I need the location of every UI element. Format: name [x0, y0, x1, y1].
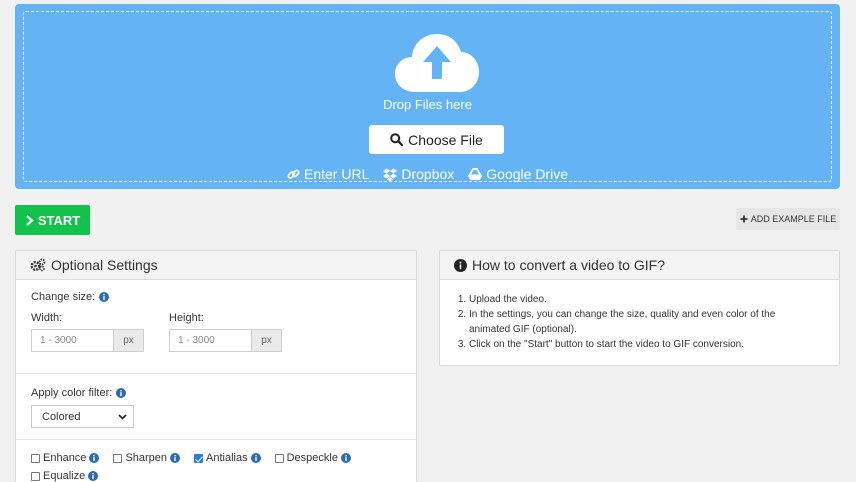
- width-label: Width:: [31, 312, 63, 324]
- change-size-text: Change size:: [31, 291, 96, 303]
- effects-checkboxes: Enhance Sharpen Antialias Despeckle Equa…: [31, 452, 411, 482]
- drop-files-text: Drop Files here: [383, 97, 472, 112]
- equalize-label: Equalize: [43, 470, 86, 482]
- info-icon[interactable]: [250, 453, 261, 463]
- color-filter-value: Colored: [42, 410, 81, 423]
- search-icon: [390, 133, 404, 146]
- height-field-group: Height: px: [169, 312, 282, 352]
- checkbox-box[interactable]: [113, 453, 123, 463]
- link-icon: [287, 169, 300, 179]
- how-to-panel: How to convert a video to GIF? Upload th…: [439, 250, 840, 366]
- antialias-checkbox[interactable]: Antialias: [194, 452, 261, 464]
- despeckle-checkbox[interactable]: Despeckle: [274, 452, 351, 464]
- height-input[interactable]: [169, 329, 251, 352]
- upload-dropzone[interactable]: Drop Files here Choose File Enter URL Dr…: [15, 4, 840, 189]
- despeckle-label: Despeckle: [286, 452, 338, 464]
- choose-file-label: Choose File: [408, 131, 483, 148]
- divider: [16, 439, 416, 440]
- change-size-label: Change size:: [31, 291, 110, 303]
- checkbox-box[interactable]: [274, 453, 284, 463]
- chevron-down-icon: [118, 413, 127, 420]
- width-input[interactable]: [31, 329, 113, 352]
- enhance-checkbox[interactable]: Enhance: [31, 452, 100, 464]
- how-to-step: In the settings, you can change the size…: [469, 307, 817, 337]
- google-drive-icon: [468, 168, 483, 180]
- dropbox-link[interactable]: Dropbox: [383, 166, 454, 182]
- info-icon[interactable]: [170, 453, 181, 463]
- google-drive-link[interactable]: Google Drive: [468, 166, 568, 182]
- divider: [16, 373, 416, 374]
- checkbox-box-checked[interactable]: [194, 453, 204, 463]
- equalize-checkbox[interactable]: Equalize: [31, 470, 99, 482]
- add-example-file-button[interactable]: ADD EXAMPLE FILE: [736, 208, 840, 230]
- cloud-upload-icon: [395, 34, 479, 92]
- how-to-steps: Upload the video. In the settings, you c…: [457, 292, 817, 352]
- gears-icon: [30, 258, 46, 272]
- upload-sources: Enter URL Dropbox Google Drive: [24, 166, 831, 182]
- start-label: START: [37, 212, 81, 228]
- settings-title: Optional Settings: [51, 257, 158, 273]
- color-filter-label: Apply color filter:: [31, 387, 134, 399]
- checkbox-box[interactable]: [31, 471, 40, 481]
- optional-settings-panel: Optional Settings Change size: Width: px…: [15, 250, 417, 482]
- how-to-header: How to convert a video to GIF?: [440, 251, 839, 280]
- info-icon[interactable]: [340, 453, 351, 463]
- info-circle-icon: [454, 258, 467, 272]
- enter-url-link[interactable]: Enter URL: [287, 166, 369, 182]
- dropbox-label: Dropbox: [401, 166, 455, 182]
- change-size-section: Change size:: [31, 291, 110, 303]
- how-to-step: Upload the video.: [469, 292, 817, 307]
- plus-icon: [740, 215, 748, 223]
- color-filter-section: Apply color filter: Colored: [31, 387, 134, 428]
- info-icon[interactable]: [88, 471, 99, 481]
- color-filter-select[interactable]: Colored: [31, 405, 134, 428]
- height-label: Height:: [169, 312, 204, 324]
- start-button[interactable]: START: [15, 205, 90, 235]
- sharpen-label: Sharpen: [125, 452, 168, 464]
- height-unit: px: [251, 329, 282, 352]
- add-example-file-label: ADD EXAMPLE FILE: [750, 214, 837, 224]
- antialias-label: Antialias: [206, 452, 248, 464]
- how-to-step: Click on the "Start" button to start the…: [469, 337, 817, 352]
- enhance-label: Enhance: [43, 452, 87, 464]
- chevron-right-icon: [26, 214, 34, 226]
- color-filter-text: Apply color filter:: [31, 387, 113, 399]
- info-icon[interactable]: [116, 388, 127, 398]
- sharpen-checkbox[interactable]: Sharpen: [113, 452, 181, 464]
- info-icon[interactable]: [89, 453, 100, 463]
- width-field-group: Width: px: [31, 312, 144, 352]
- dropzone-dashed-border: Drop Files here Choose File Enter URL Dr…: [23, 11, 832, 182]
- how-to-title: How to convert a video to GIF?: [472, 257, 665, 273]
- dropbox-icon: [383, 168, 398, 181]
- google-drive-label: Google Drive: [486, 166, 568, 182]
- enter-url-label: Enter URL: [304, 166, 370, 182]
- settings-header: Optional Settings: [16, 251, 416, 280]
- choose-file-button[interactable]: Choose File: [369, 125, 504, 154]
- width-unit: px: [113, 329, 144, 352]
- checkbox-box[interactable]: [31, 453, 40, 463]
- info-icon[interactable]: [99, 292, 110, 302]
